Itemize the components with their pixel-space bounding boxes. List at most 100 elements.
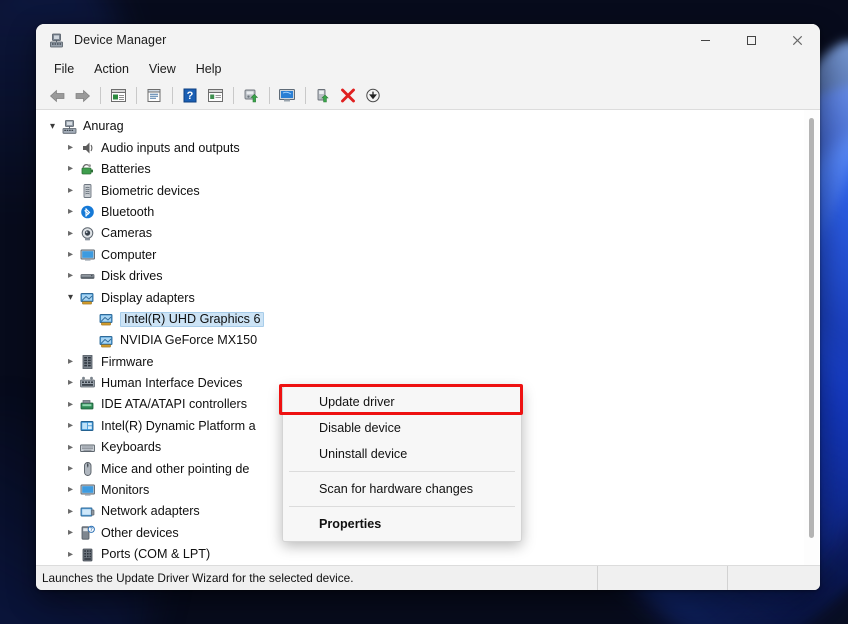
- scrollbar-thumb[interactable]: [809, 118, 814, 538]
- title-bar[interactable]: Device Manager: [36, 24, 820, 56]
- chevron-right-icon[interactable]: ▸: [62, 164, 79, 174]
- chevron-right-icon[interactable]: ▸: [62, 528, 79, 538]
- minimize-button[interactable]: [682, 24, 728, 56]
- chevron-right-icon[interactable]: ▸: [62, 485, 79, 495]
- tree-node-label: Display adapters: [101, 290, 195, 305]
- status-bar-message: Launches the Update Driver Wizard for th…: [36, 566, 598, 590]
- device-tree-area: ▾ Anurag ▸ Audio inputs and outputs ▸ Ba…: [36, 110, 820, 566]
- maximize-button[interactable]: [728, 24, 774, 56]
- back-arrow-icon[interactable]: [45, 85, 69, 107]
- tree-node-bluetooth[interactable]: ▸ Bluetooth: [44, 202, 820, 223]
- view-icon[interactable]: [203, 85, 227, 107]
- tree-node-nvidia-geforce[interactable]: NVIDIA GeForce MX150: [44, 330, 820, 351]
- context-menu-item-update-driver[interactable]: Update driver: [283, 389, 521, 415]
- context-menu: Update driver Disable device Uninstall d…: [282, 386, 522, 542]
- context-menu-item-uninstall-device[interactable]: Uninstall device: [283, 441, 521, 467]
- update-driver-icon[interactable]: [239, 85, 263, 107]
- scan-for-hardware-changes-icon[interactable]: [275, 85, 299, 107]
- tree-node-batteries[interactable]: ▸ Batteries: [44, 159, 820, 180]
- bluetooth-icon: [79, 204, 96, 220]
- chevron-right-icon[interactable]: ▸: [62, 185, 79, 196]
- chevron-right-icon[interactable]: ▸: [62, 463, 79, 474]
- tree-node-label: Ports (COM & LPT): [101, 547, 211, 562]
- chevron-right-icon[interactable]: ▸: [62, 228, 79, 239]
- tree-node-disk-drives[interactable]: ▸ Disk drives: [44, 266, 820, 287]
- tree-node-label: Anurag: [83, 119, 124, 134]
- chevron-right-icon[interactable]: ▸: [62, 356, 79, 367]
- toolbar-separator: [136, 87, 137, 104]
- disable-device-icon[interactable]: [361, 85, 385, 107]
- toolbar-separator: [172, 87, 173, 104]
- context-menu-separator: [289, 506, 515, 507]
- tree-node-label: Cameras: [101, 226, 153, 241]
- context-menu-separator: [289, 471, 515, 472]
- uninstall-device-icon[interactable]: [336, 85, 360, 107]
- platform-icon: [79, 418, 96, 434]
- tree-node-label: Intel(R) UHD Graphics 6: [120, 311, 265, 327]
- chevron-down-icon[interactable]: ▾: [44, 121, 61, 132]
- chevron-right-icon[interactable]: ▸: [62, 143, 79, 153]
- tree-node-cameras[interactable]: ▸ Cameras: [44, 223, 820, 244]
- biometric-icon: [79, 183, 96, 199]
- menu-bar: File Action View Help: [36, 56, 820, 82]
- menu-file[interactable]: File: [44, 59, 84, 79]
- context-menu-item-scan-for-hardware-changes[interactable]: Scan for hardware changes: [283, 476, 521, 502]
- svg-text:?: ?: [90, 527, 93, 533]
- display-adapter-icon: [98, 311, 115, 327]
- computer-root-icon: [61, 119, 78, 135]
- chevron-right-icon[interactable]: ▸: [62, 421, 79, 431]
- chevron-right-icon[interactable]: ▸: [62, 399, 79, 410]
- tree-node-label: Disk drives: [101, 269, 163, 284]
- chevron-right-icon[interactable]: ▸: [62, 549, 79, 560]
- chevron-right-icon[interactable]: ▸: [62, 442, 79, 453]
- display-adapter-icon: [79, 290, 96, 306]
- tree-node-label: Audio inputs and outputs: [101, 140, 240, 155]
- mouse-icon: [79, 461, 96, 477]
- other-device-icon: ?: [79, 525, 96, 541]
- menu-help[interactable]: Help: [186, 59, 232, 79]
- chevron-right-icon[interactable]: ▸: [62, 207, 79, 217]
- enable-device-icon[interactable]: [311, 85, 335, 107]
- window-title: Device Manager: [74, 33, 167, 47]
- monitor-icon: [79, 247, 96, 263]
- status-bar-pane-3: [728, 566, 820, 590]
- network-adapter-icon: [79, 504, 96, 520]
- chevron-right-icon[interactable]: ▸: [62, 506, 79, 517]
- tree-node-display-adapters[interactable]: ▾ Display adapters: [44, 287, 820, 308]
- menu-view[interactable]: View: [139, 59, 186, 79]
- monitor-icon: [79, 482, 96, 498]
- toolbar-separator: [100, 87, 101, 104]
- tree-node-audio[interactable]: ▸ Audio inputs and outputs: [44, 137, 820, 158]
- display-adapter-icon: [98, 333, 115, 349]
- vertical-scrollbar[interactable]: [804, 110, 819, 565]
- chevron-right-icon[interactable]: ▸: [62, 271, 79, 281]
- tree-node-label: Monitors: [101, 483, 150, 498]
- context-menu-item-disable-device[interactable]: Disable device: [283, 415, 521, 441]
- forward-arrow-icon[interactable]: [70, 85, 94, 107]
- tree-node-label: NVIDIA GeForce MX150: [120, 333, 258, 348]
- tree-node-label: Bluetooth: [101, 204, 155, 219]
- tree-node-firmware[interactable]: ▸ Firmware: [44, 351, 820, 372]
- properties-icon[interactable]: [142, 85, 166, 107]
- hid-icon: [79, 375, 96, 391]
- tree-node-computer[interactable]: ▸ Computer: [44, 244, 820, 265]
- svg-text:?: ?: [187, 90, 194, 102]
- tree-node-biometric[interactable]: ▸ Biometric devices: [44, 180, 820, 201]
- chevron-right-icon[interactable]: ▸: [62, 250, 79, 260]
- chevron-down-icon[interactable]: ▾: [62, 292, 79, 303]
- device-manager-icon: [48, 32, 65, 49]
- chevron-right-icon[interactable]: ▸: [62, 378, 79, 388]
- close-button[interactable]: [774, 24, 820, 56]
- firmware-icon: [79, 354, 96, 370]
- help-icon[interactable]: ?: [178, 85, 202, 107]
- tree-node-ports[interactable]: ▸ Ports (COM & LPT): [44, 544, 820, 565]
- tree-node-root[interactable]: ▾ Anurag: [44, 116, 820, 137]
- context-menu-item-properties[interactable]: Properties: [283, 511, 521, 537]
- tree-node-label: Human Interface Devices: [101, 376, 243, 391]
- show-hide-console-tree-icon[interactable]: [106, 85, 130, 107]
- toolbar-separator: [233, 87, 234, 104]
- window-controls: [682, 24, 820, 56]
- tree-node-label: Batteries: [101, 162, 151, 177]
- tree-node-intel-uhd-graphics[interactable]: Intel(R) UHD Graphics 6: [44, 309, 820, 330]
- menu-action[interactable]: Action: [84, 59, 139, 79]
